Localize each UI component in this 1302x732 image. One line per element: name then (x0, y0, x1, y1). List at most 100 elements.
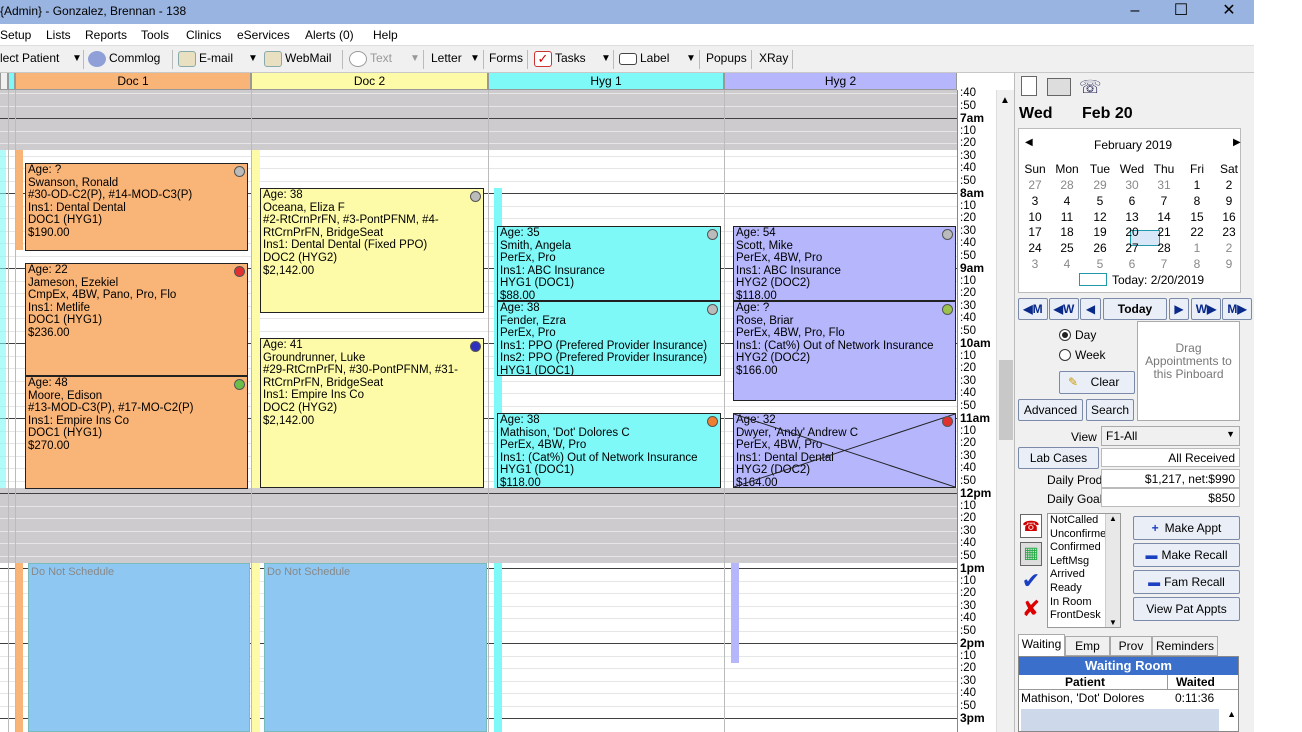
maximize-button[interactable]: ☐ (1158, 0, 1204, 24)
calendar-day[interactable]: 9 (1214, 194, 1244, 208)
label-dropdown-icon[interactable]: ▼ (686, 53, 696, 64)
calendar-day[interactable]: 6 (1117, 194, 1147, 208)
status-list-scrollbar[interactable]: ▲ ▼ (1105, 514, 1120, 627)
appointment-fender[interactable]: Age: 38 Fender, Ezra PerEx, Pro Ins1: PPO (… (497, 301, 721, 376)
calendar-day[interactable]: 29 (1085, 178, 1115, 192)
do-not-schedule-block[interactable]: Do Not Schedule (264, 563, 487, 732)
email-dropdown-icon[interactable]: ▼ (248, 53, 258, 64)
calendar-day[interactable]: 30 (1117, 178, 1147, 192)
appointment-smith[interactable]: Age: 35 Smith, Angela PerEx, Pro Ins1: ABC … (497, 226, 721, 301)
scroll-down-icon[interactable]: ▼ (1106, 618, 1120, 627)
calendar-day[interactable]: 1 (1182, 241, 1212, 255)
calendar-day[interactable]: 17 (1020, 225, 1050, 239)
calendar-day[interactable]: 18 (1052, 225, 1082, 239)
email-button[interactable]: E-mail (178, 51, 233, 67)
make-appt-button[interactable]: + Make Appt (1133, 516, 1240, 540)
scroll-up-icon[interactable]: ▲ (1106, 514, 1120, 523)
phone-icon[interactable]: ☏ (1079, 76, 1102, 98)
view-select[interactable]: F1-All ▼ (1101, 426, 1240, 446)
label-button[interactable]: Label (619, 51, 669, 65)
search-button[interactable]: Search (1086, 399, 1134, 421)
menu-setup[interactable]: Setup (0, 28, 31, 42)
menu-reports[interactable]: Reports (85, 28, 127, 42)
calendar-next-icon[interactable]: ▶ (1233, 137, 1241, 148)
tab-reminders[interactable]: Reminders (1152, 636, 1218, 656)
calendar-day[interactable]: 12 (1085, 210, 1115, 224)
calendar-day[interactable]: 23 (1214, 225, 1244, 239)
broken-x-icon[interactable]: ✘ (1020, 598, 1042, 622)
today-button[interactable]: Today (1103, 298, 1167, 320)
calendar-day[interactable]: 26 (1085, 241, 1115, 255)
day-radio[interactable] (1059, 329, 1071, 341)
appointment-oceana[interactable]: Age: 38 Oceana, Eliza F #2-RtCrnPrFN, #3-P… (260, 188, 484, 313)
calendar-day[interactable]: 3 (1020, 257, 1050, 271)
letter-dropdown-icon[interactable]: ▼ (470, 53, 480, 64)
calendar-day[interactable]: 14 (1149, 210, 1179, 224)
text-dropdown-icon[interactable]: ▼ (410, 53, 420, 64)
make-recall-button[interactable]: ▬ Make Recall (1133, 543, 1240, 567)
tab-emp[interactable]: Emp (1065, 636, 1110, 656)
appointment-swanson[interactable]: Age: ? Swanson, Ronald #30-OD-C2(P), #14-M… (25, 163, 248, 251)
xray-button[interactable]: XRay (759, 51, 788, 65)
calendar-day[interactable]: 22 (1182, 225, 1212, 239)
appointment-groundrunner[interactable]: Age: 41 Groundrunner, Luke #29-RtCrnPrFN, … (260, 338, 484, 488)
calendar-day[interactable]: 16 (1214, 210, 1244, 224)
calendar-day[interactable]: 27 (1117, 241, 1147, 255)
text-button[interactable]: Text (349, 51, 392, 67)
column-header-hyg1[interactable]: Hyg 1 (488, 73, 724, 90)
scroll-up-icon[interactable]: ▲ (1227, 709, 1236, 719)
week-radio-label[interactable]: Week (1075, 348, 1105, 362)
scroll-up-icon[interactable]: ▲ (1000, 95, 1010, 106)
tasks-button[interactable]: ✓ Tasks (534, 51, 586, 67)
do-not-schedule-block[interactable]: Do Not Schedule (28, 563, 250, 732)
select-patient-dropdown-icon[interactable]: ▼ (72, 53, 82, 64)
column-header-hyg2[interactable]: Hyg 2 (724, 73, 957, 90)
calendar-day[interactable]: 13 (1117, 210, 1147, 224)
arrived-check-icon[interactable]: ✔ (1020, 570, 1042, 594)
week-back-button[interactable]: ◀W (1049, 298, 1079, 320)
calendar-day[interactable]: 2 (1214, 178, 1244, 192)
close-button[interactable]: ✕ (1206, 0, 1252, 24)
waiting-room-row[interactable]: Mathison, 'Dot' Dolores 0:11:36 (1019, 690, 1238, 706)
popups-button[interactable]: Popups (706, 51, 747, 65)
calendar-day[interactable]: 6 (1117, 257, 1147, 271)
appointment-mathison[interactable]: Age: 38 Mathison, 'Dot' Dolores C PerEx, 4… (497, 413, 721, 488)
confirm-grid-icon[interactable]: ▦ (1020, 542, 1042, 566)
calendar-day[interactable]: 4 (1052, 257, 1082, 271)
clear-button[interactable]: ✎ Clear (1059, 371, 1135, 394)
select-patient-button[interactable]: lect Patient (0, 51, 59, 65)
calendar-day[interactable]: 5 (1085, 257, 1115, 271)
menu-alerts[interactable]: Alerts (0) (305, 28, 354, 42)
calendar-day[interactable]: 7 (1149, 194, 1179, 208)
calendar-day[interactable]: 31 (1149, 178, 1179, 192)
calendar-prev-icon[interactable]: ◀ (1025, 137, 1033, 148)
tab-waiting[interactable]: Waiting (1018, 634, 1065, 656)
commlog-button[interactable]: Commlog (88, 51, 160, 67)
appointment-jameson[interactable]: Age: 22 Jameson, Ezekiel CmpEx, 4BW, Pano,… (25, 263, 248, 376)
month-back-button[interactable]: ◀M (1018, 298, 1048, 320)
calendar-day[interactable]: 11 (1052, 210, 1082, 224)
schedule-grid[interactable]: Do Not Schedule Do Not Schedule Age: ? Sw… (0, 90, 957, 732)
calendar-day[interactable]: 8 (1182, 257, 1212, 271)
menu-lists[interactable]: Lists (46, 28, 71, 42)
phone-call-icon[interactable]: ☎ (1020, 514, 1042, 538)
printer-icon[interactable] (1047, 78, 1071, 96)
minimize-button[interactable]: – (1112, 0, 1158, 24)
pinboard[interactable]: Drag Appointments to this Pinboard (1137, 321, 1240, 421)
calendar-day[interactable]: 7 (1149, 257, 1179, 271)
calendar-day[interactable]: 3 (1020, 194, 1050, 208)
day-radio-label[interactable]: Day (1075, 328, 1096, 342)
appointment-rose[interactable]: Age: ? Rose, Briar PerEx, 4BW, Pro, Flo Ins… (733, 301, 956, 401)
month-forward-button[interactable]: M▶ (1222, 298, 1252, 320)
calendar-day[interactable]: 21 (1149, 225, 1179, 239)
column-header-doc2[interactable]: Doc 2 (251, 73, 488, 90)
letter-button[interactable]: Letter (431, 51, 462, 65)
appointment-moore[interactable]: Age: 48 Moore, Edison #13-MOD-C3(P), #17-M… (25, 376, 248, 489)
menu-clinics[interactable]: Clinics (186, 28, 221, 42)
scrollbar-thumb[interactable] (999, 360, 1013, 440)
forms-button[interactable]: Forms (489, 51, 523, 65)
calendar-day[interactable]: 15 (1182, 210, 1212, 224)
appointment-scott[interactable]: Age: 54 Scott, Mike PerEx, 4BW, Pro Ins1: A… (733, 226, 956, 301)
week-radio[interactable] (1059, 349, 1071, 361)
calendar-day[interactable]: 8 (1182, 194, 1212, 208)
